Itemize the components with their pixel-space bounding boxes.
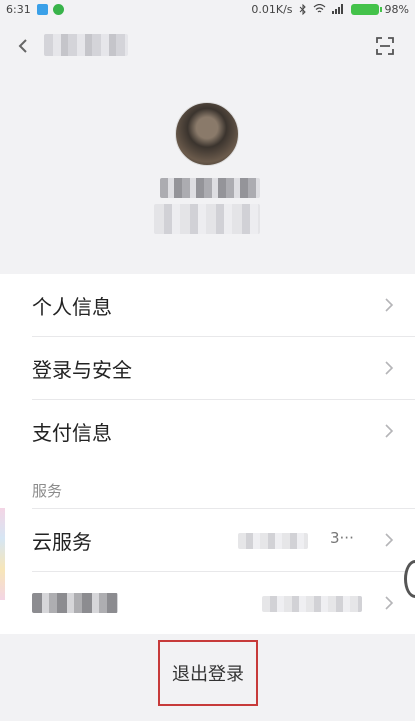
section-header-services: 服务 <box>32 482 63 500</box>
menu-item-label: 云服务 <box>32 529 92 554</box>
bluetooth-icon <box>299 3 306 15</box>
status-time: 6:31 <box>6 2 31 16</box>
menu-item-login-security[interactable]: 登录与安全 <box>0 337 415 399</box>
battery-icon <box>350 3 382 15</box>
menu-value-redacted <box>262 596 362 612</box>
status-right: 0.01K/s 98% <box>251 3 409 16</box>
profile-id-redacted <box>154 204 260 234</box>
chevron-right-icon <box>385 596 394 610</box>
account-menu-group: 个人信息 登录与安全 支付信息 <box>0 274 415 462</box>
menu-item-personal-info[interactable]: 个人信息 <box>0 274 415 336</box>
nav-bar <box>0 18 415 74</box>
menu-item-label: 个人信息 <box>32 294 112 319</box>
status-bar: 6:31 0.01K/s 98% <box>0 0 415 18</box>
floating-edge-strip <box>0 508 5 600</box>
scan-frame-icon[interactable] <box>375 36 395 56</box>
chevron-right-icon <box>385 424 394 438</box>
avatar[interactable] <box>175 102 239 166</box>
logout-button[interactable]: 退出登录 <box>158 640 258 706</box>
menu-item-cloud-service[interactable]: 云服务 3··· <box>0 509 415 571</box>
logout-area: 退出登录 <box>0 634 415 721</box>
wifi-icon <box>313 4 325 13</box>
menu-item-redacted[interactable] <box>0 572 415 634</box>
battery-percent: 98% <box>384 2 409 16</box>
wechat-notification-icon <box>52 3 64 15</box>
profile-header <box>0 74 415 274</box>
notification-app-icon <box>36 3 48 15</box>
signal-icon <box>331 4 343 14</box>
menu-item-label: 登录与安全 <box>32 357 132 382</box>
menu-item-payment-info[interactable]: 支付信息 <box>0 400 415 462</box>
network-speed: 0.01K/s <box>251 2 293 16</box>
services-menu-group: 服务 云服务 3··· <box>0 462 415 634</box>
cloud-service-value: 3··· <box>330 529 354 547</box>
chevron-right-icon <box>385 533 394 547</box>
chevron-left-icon[interactable] <box>14 36 34 56</box>
chevron-right-icon <box>385 361 394 375</box>
cloud-value-redacted <box>238 533 308 549</box>
menu-item-label: 支付信息 <box>32 420 112 445</box>
nav-title-redacted <box>44 34 128 56</box>
menu-label-redacted <box>32 593 118 613</box>
chevron-right-icon <box>385 298 394 312</box>
profile-name-redacted <box>160 178 260 198</box>
